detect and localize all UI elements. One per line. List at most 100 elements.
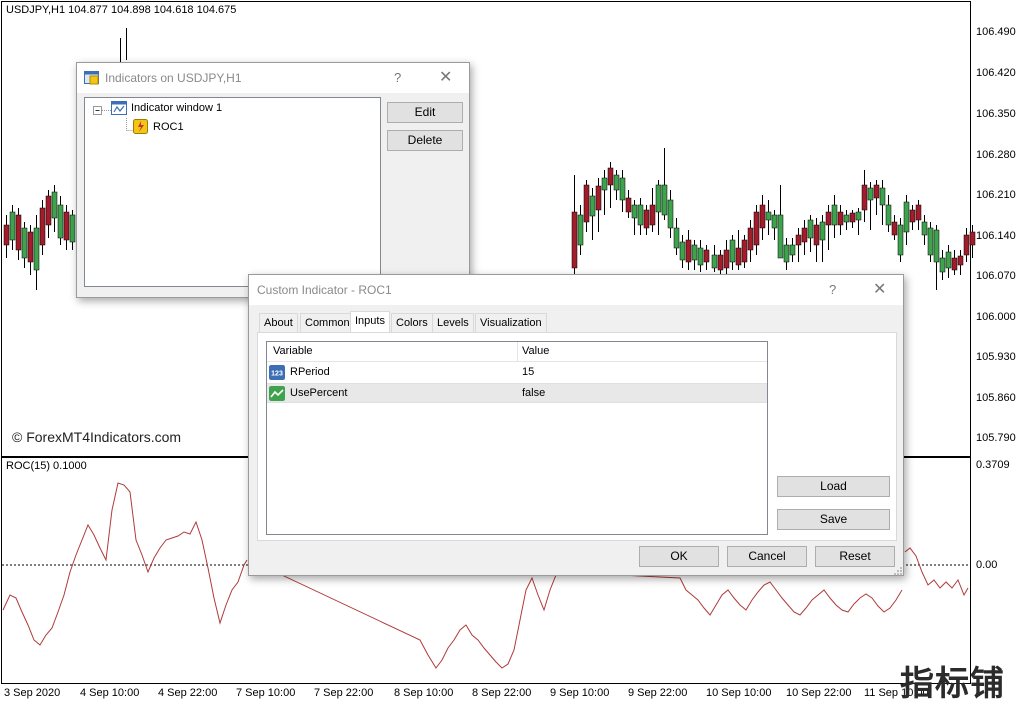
bool-param-icon: [269, 386, 285, 401]
candle-body: [771, 214, 778, 229]
help-icon[interactable]: ?: [829, 282, 836, 297]
candle-body: [807, 219, 814, 239]
time-axis-label: 8 Sep 10:00: [394, 687, 454, 699]
ok-button[interactable]: OK: [639, 546, 719, 567]
roc-line-segment: [249, 559, 903, 669]
price-axis-label: 106.210: [976, 189, 1016, 201]
inputs-panel: Variable Value 123 RPeriod 15 UsePercent…: [257, 332, 897, 541]
column-header-value[interactable]: Value: [522, 345, 549, 357]
candle-body: [867, 187, 874, 201]
candle-body: [951, 257, 958, 271]
tab-common[interactable]: Common: [300, 313, 355, 332]
candle-body: [921, 221, 928, 236]
close-icon[interactable]: ✕: [439, 67, 452, 87]
table-row[interactable]: 123 RPeriod 15: [267, 363, 767, 383]
help-icon[interactable]: ?: [394, 70, 401, 85]
price-axis-label: 106.350: [976, 108, 1016, 120]
candle-body: [957, 255, 964, 266]
candle-body: [861, 184, 868, 211]
candle-body: [601, 177, 608, 191]
variable-value[interactable]: false: [522, 387, 545, 399]
candle-body: [27, 231, 34, 263]
indicators-app-icon: [84, 71, 99, 85]
candle-body: [879, 187, 886, 206]
candle-body: [637, 204, 644, 226]
candle-body: [825, 211, 832, 226]
candle-body: [45, 195, 52, 226]
candle-body: [753, 211, 760, 246]
time-axis-label: 10 Sep 10:00: [706, 687, 772, 699]
time-axis-label: 3 Sep 2020: [4, 687, 61, 699]
candle-body: [625, 197, 632, 213]
candle-body: [747, 227, 754, 251]
candle-body: [789, 244, 796, 256]
candle-body: [63, 211, 70, 241]
tab-levels[interactable]: Levels: [432, 313, 474, 332]
candle-body: [759, 204, 766, 229]
candle-body: [969, 231, 976, 246]
candle-body: [819, 221, 826, 241]
candle-body: [571, 211, 578, 269]
candle-body: [891, 221, 898, 236]
candle-body: [583, 184, 590, 223]
price-axis-label: 105.790: [976, 432, 1016, 444]
candle-body: [843, 214, 850, 223]
load-button[interactable]: Load: [777, 476, 890, 497]
indicator-tree[interactable]: Indicator window 1 ROC1: [84, 97, 381, 287]
tab-colors[interactable]: Colors: [391, 313, 433, 332]
indicator-axis-zero: 0.00: [976, 559, 998, 571]
price-axis-label: 105.930: [976, 351, 1016, 363]
variable-value[interactable]: 15: [522, 366, 534, 378]
candle-body: [655, 184, 662, 213]
candle-body: [915, 204, 922, 221]
cancel-button[interactable]: Cancel: [727, 546, 807, 567]
chart-symbol-info: USDJPY,H1 104.877 104.898 104.618 104.67…: [6, 4, 237, 16]
time-axis-label: 7 Sep 10:00: [236, 687, 296, 699]
candle-body: [903, 201, 910, 233]
price-axis-label: 106.000: [976, 311, 1016, 323]
resize-grip-icon[interactable]: [893, 566, 903, 576]
custom-indicator-titlebar[interactable]: Custom Indicator - ROC1 ? ✕: [249, 275, 903, 305]
save-button[interactable]: Save: [777, 509, 890, 530]
candle-body: [723, 249, 730, 269]
column-divider[interactable]: [517, 342, 518, 362]
candle-body: [691, 244, 698, 261]
indicator-axis-max: 0.3709: [976, 459, 1010, 471]
candle-body: [729, 239, 736, 263]
time-axis-label: 9 Sep 22:00: [628, 687, 688, 699]
time-axis-label: 8 Sep 22:00: [472, 687, 532, 699]
candle-body: [897, 224, 904, 256]
candle-body: [711, 254, 718, 269]
candle-body: [679, 241, 686, 261]
candle-body: [619, 177, 626, 201]
candle-body: [703, 249, 710, 263]
tree-item-label: ROC1: [153, 121, 184, 133]
column-header-variable[interactable]: Variable: [273, 345, 313, 357]
candle-body: [661, 184, 668, 216]
reset-button[interactable]: Reset: [815, 546, 895, 567]
candle-body: [933, 229, 940, 263]
roc-line-segment: [904, 547, 969, 597]
candle-body: [15, 214, 22, 251]
table-row[interactable]: UsePercent false: [267, 383, 767, 403]
tab-visualization[interactable]: Visualization: [475, 313, 547, 332]
candle-body: [927, 227, 934, 256]
brand-stamp: 指标铺: [900, 664, 1005, 704]
close-icon[interactable]: ✕: [873, 279, 886, 299]
price-axis-label: 106.140: [976, 230, 1016, 242]
candle-body: [801, 227, 808, 243]
price-axis-label: 105.860: [976, 392, 1016, 404]
mt4-terminal: USDJPY,H1 104.877 104.898 104.618 104.67…: [0, 0, 1024, 704]
price-axis-label: 106.490: [976, 26, 1016, 38]
candle-body: [945, 251, 952, 269]
candle-body: [3, 224, 10, 246]
candle-body: [21, 227, 28, 259]
candle-body: [963, 234, 970, 256]
delete-button[interactable]: Delete: [387, 130, 463, 151]
edit-button[interactable]: Edit: [387, 102, 463, 123]
tab-about[interactable]: About: [259, 313, 298, 332]
tab-inputs[interactable]: Inputs: [350, 311, 390, 333]
indicators-dialog-titlebar[interactable]: Indicators on USDJPY,H1 ? ✕: [77, 63, 469, 93]
inputs-table[interactable]: Variable Value 123 RPeriod 15 UsePercent…: [266, 341, 768, 535]
indicator-window-title: ROC(15) 0.1000: [6, 460, 87, 472]
